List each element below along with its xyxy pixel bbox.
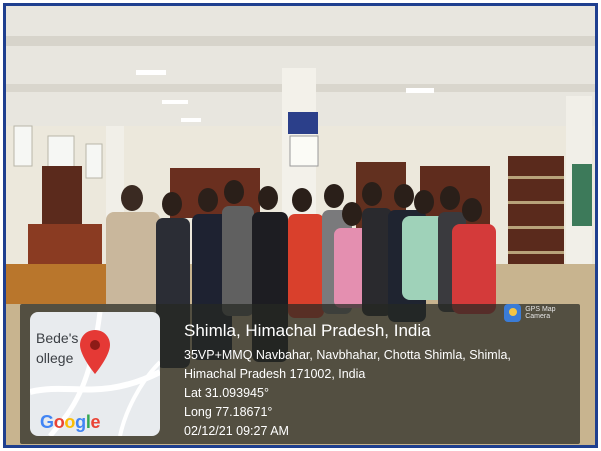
person-head (121, 185, 143, 211)
longitude: Long 77.18671° (184, 405, 273, 419)
google-logo: Google (40, 412, 101, 433)
ceiling-light (181, 118, 201, 122)
geotag-overlay: Bede's ollege Google GPS Map Camera Shim… (20, 304, 580, 444)
google-letter: e (90, 412, 101, 432)
person-head (462, 198, 482, 222)
person-head (292, 188, 312, 212)
map-pin-icon (80, 330, 110, 374)
person-head (362, 182, 382, 206)
person-head (224, 180, 244, 204)
map-place-label: ollege (36, 350, 74, 366)
window (85, 143, 103, 179)
google-letter: o (53, 412, 65, 432)
address-line-2: Himachal Pradesh 171002, India (184, 367, 366, 381)
person-body (106, 212, 160, 316)
carpet (6, 264, 116, 304)
person-head (394, 184, 414, 208)
bookshelf-rows (508, 226, 564, 229)
catalogue-sign (288, 112, 318, 134)
window (13, 125, 33, 167)
person-head (414, 190, 434, 214)
person-head (440, 186, 460, 210)
address-line-1: 35VP+MMQ Navbahar, Navbhahar, Chotta Shi… (184, 348, 511, 362)
bookshelf-rows (508, 201, 564, 204)
person-body (222, 206, 254, 316)
person-head (198, 188, 218, 212)
google-letter: g (75, 412, 86, 432)
bookshelf-rows (508, 176, 564, 179)
notice-board (289, 135, 319, 167)
timestamp: 02/12/21 09:27 AM (184, 424, 289, 438)
person-head (342, 202, 362, 226)
person-head (258, 186, 278, 210)
person-body (452, 224, 496, 314)
bookshelf-rows (508, 251, 564, 254)
ceiling-light (162, 100, 188, 104)
green-board (572, 164, 592, 226)
ceiling-light (136, 70, 166, 75)
person-body (288, 214, 324, 318)
person-head (324, 184, 344, 208)
ceiling-beam (6, 36, 595, 46)
google-letter: G (40, 412, 54, 432)
bookshelf (508, 156, 564, 276)
latitude: Lat 31.093945° (184, 386, 269, 400)
map-thumbnail[interactable]: Bede's ollege Google (30, 312, 160, 436)
geotag-info: Shimla, Himachal Pradesh, India 35VP+MMQ… (184, 320, 574, 441)
reading-desk (28, 224, 102, 268)
gps-badge-label: GPS Map Camera (525, 306, 556, 320)
ceiling-light (406, 88, 434, 93)
google-letter: o (64, 412, 76, 432)
person-body (362, 208, 392, 316)
map-place-label: Bede's (36, 330, 79, 346)
location-title: Shimla, Himachal Pradesh, India (184, 321, 431, 340)
photo-frame: Bede's ollege Google GPS Map Camera Shim… (3, 3, 598, 448)
person-head (162, 192, 182, 216)
